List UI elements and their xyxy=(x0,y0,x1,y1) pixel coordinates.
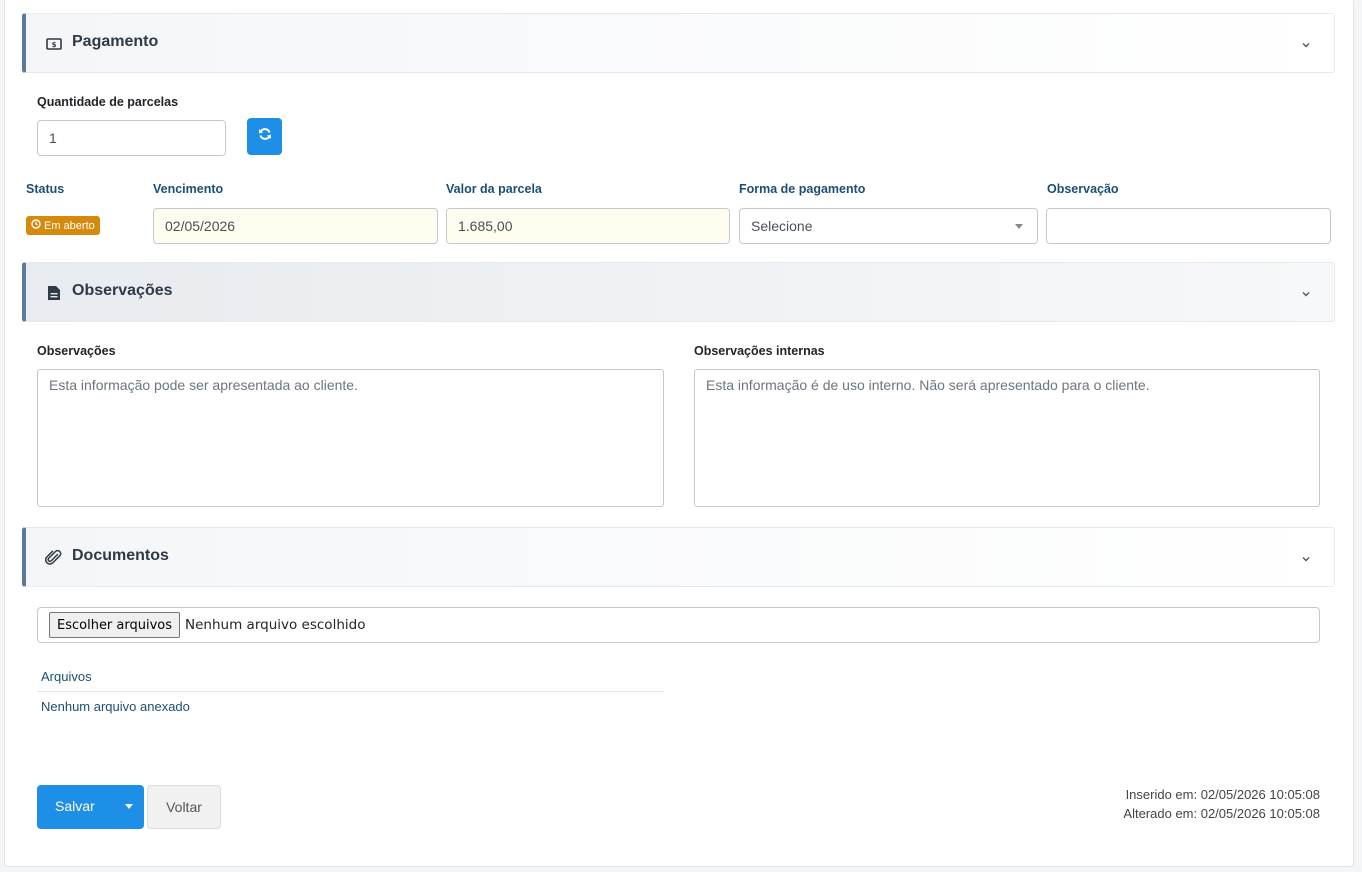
section-title: Observações xyxy=(72,282,173,299)
money-bill-icon: $ xyxy=(45,36,63,52)
status-badge: Em aberto xyxy=(26,216,100,235)
internal-notes-placeholder: Esta informação é de uso interno. Não se… xyxy=(706,377,1150,393)
amount-value: 1.685,00 xyxy=(458,218,513,234)
choose-files-button[interactable]: Escolher arquivos xyxy=(49,612,181,638)
note-column-label: Observação xyxy=(1047,182,1119,196)
chevron-down-icon[interactable] xyxy=(1300,38,1312,50)
refresh-icon xyxy=(258,127,272,146)
installments-value: 1 xyxy=(49,130,57,146)
amount-column-label: Valor da parcela xyxy=(446,182,542,196)
select-arrow-icon xyxy=(1015,224,1023,229)
method-column-label: Forma de pagamento xyxy=(739,182,866,196)
files-empty-text: Nenhum arquivo anexado xyxy=(41,699,190,714)
divider xyxy=(37,691,664,692)
payment-method-select[interactable]: Selecione xyxy=(739,208,1038,244)
files-header: Arquivos xyxy=(41,669,92,684)
section-header-observacoes[interactable]: Observações xyxy=(22,262,1335,322)
internal-notes-textarea[interactable]: Esta informação é de uso interno. Não se… xyxy=(694,369,1320,507)
file-icon xyxy=(45,285,63,301)
file-status-text: Nenhum arquivo escolhido xyxy=(185,617,366,633)
internal-notes-label: Observações internas xyxy=(694,344,825,358)
caret-down-icon[interactable] xyxy=(125,804,133,809)
file-input[interactable]: Escolher arquivos Nenhum arquivo escolhi… xyxy=(37,607,1320,643)
save-button[interactable]: Salvar xyxy=(37,785,144,829)
section-header-pagamento[interactable]: $ Pagamento xyxy=(22,13,1335,73)
inserted-timestamp: Inserido em: 02/05/2026 10:05:08 xyxy=(1125,787,1320,802)
due-date-input[interactable]: 02/05/2026 xyxy=(153,208,438,244)
svg-text:$: $ xyxy=(52,41,57,49)
due-date-value: 02/05/2026 xyxy=(165,218,236,234)
payment-method-value: Selecione xyxy=(751,218,813,234)
chevron-down-icon[interactable] xyxy=(1300,552,1312,564)
public-notes-placeholder: Esta informação pode ser apresentada ao … xyxy=(49,377,358,393)
public-notes-textarea[interactable]: Esta informação pode ser apresentada ao … xyxy=(37,369,664,507)
due-column-label: Vencimento xyxy=(153,182,224,196)
status-badge-text: Em aberto xyxy=(44,219,95,232)
public-notes-label: Observações xyxy=(37,344,116,358)
back-button[interactable]: Voltar xyxy=(147,785,221,829)
section-title: Documentos xyxy=(72,547,169,564)
save-button-label: Salvar xyxy=(55,798,95,814)
chevron-down-icon[interactable] xyxy=(1300,287,1312,299)
status-column-label: Status xyxy=(26,182,65,196)
paperclip-icon xyxy=(45,549,63,566)
note-input[interactable] xyxy=(1046,208,1331,244)
installments-label: Quantidade de parcelas xyxy=(37,95,179,109)
refresh-button[interactable] xyxy=(247,118,282,155)
updated-timestamp: Alterado em: 02/05/2026 10:05:08 xyxy=(1123,806,1320,821)
amount-input[interactable]: 1.685,00 xyxy=(446,208,730,244)
installments-input[interactable]: 1 xyxy=(37,120,226,156)
clock-icon xyxy=(31,219,41,232)
section-header-documentos[interactable]: Documentos xyxy=(22,527,1335,587)
section-title: Pagamento xyxy=(72,33,159,50)
